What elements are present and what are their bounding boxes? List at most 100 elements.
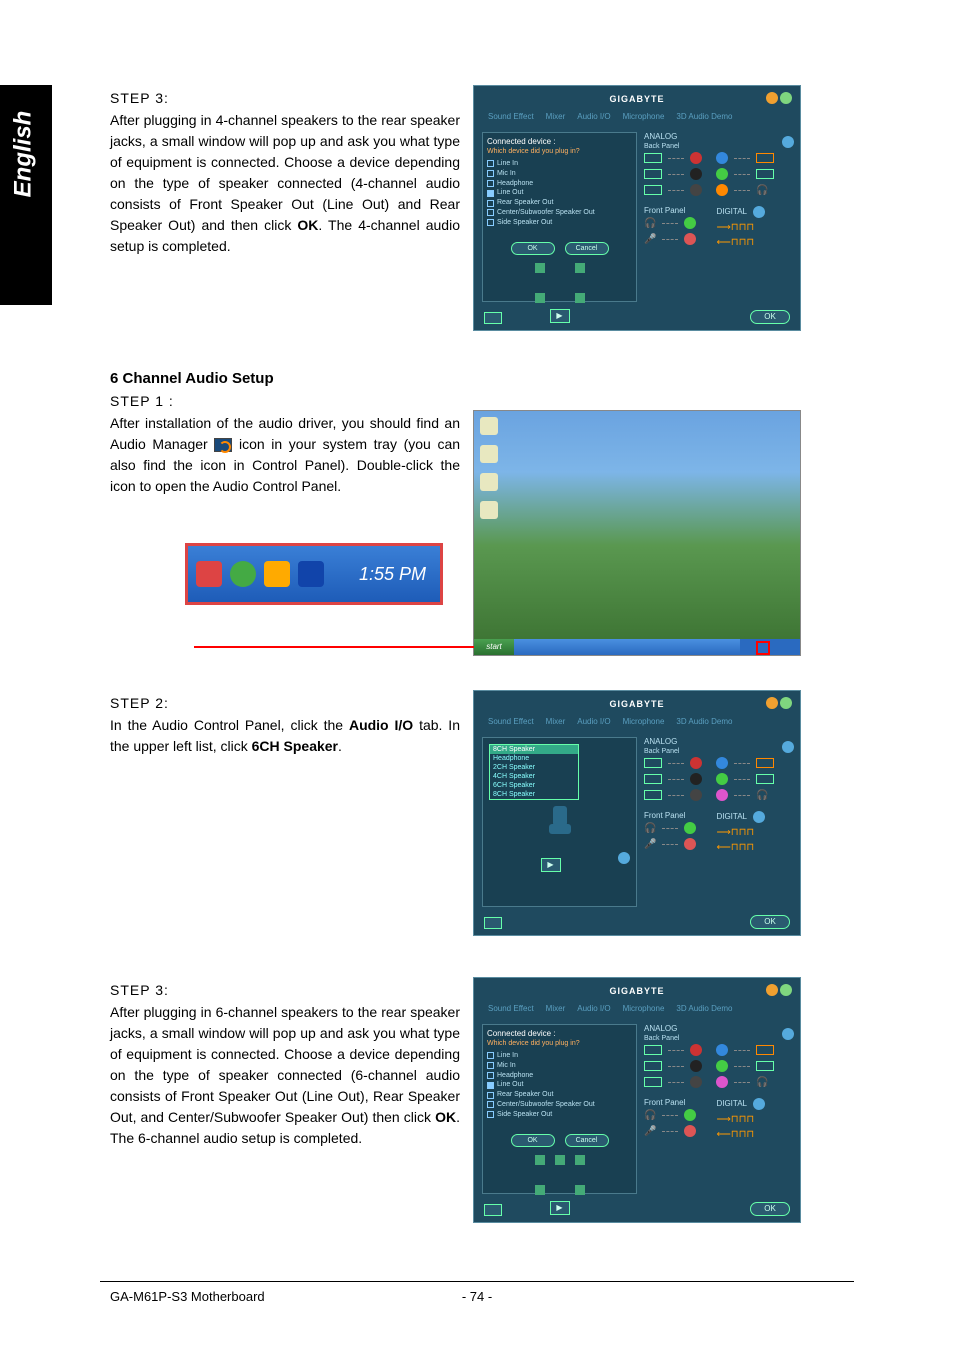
front-panel-label: Front Panel [644,811,696,820]
play-button[interactable]: ▶ [541,858,561,872]
panel-tabs: Sound Effect Mixer Audio I/O Microphone … [488,1004,732,1013]
speaker-config: 8CH Speaker Headphone 2CH Speaker 4CH Sp… [482,737,637,907]
device-list: Line In Mic In Headphone Line Out Rear S… [487,1051,632,1120]
tab-microphone[interactable]: Microphone [623,1004,665,1013]
play-button[interactable]: ▶ [550,309,570,323]
speaker-figure [535,1155,585,1195]
sound-test-icon[interactable] [484,312,502,324]
analog-digital-col: ANALOG Back Panel 🎧 Front Panel 🎧 🎤 DIGI… [644,132,794,302]
tray-icon[interactable] [264,561,290,587]
spdif-out-icon: ⟶⊓⊓⊓ [716,1114,765,1125]
analog-label: ANALOG [644,1024,679,1033]
info-icon[interactable] [782,1028,794,1040]
device-option[interactable]: Mic In [487,1061,632,1071]
step-text: After installation of the audio driver, … [110,413,460,497]
tab-audio-io[interactable]: Audio I/O [577,717,610,726]
minimize-icon[interactable] [766,984,778,996]
window-controls [766,697,792,709]
device-option[interactable]: Side Speaker Out [487,1110,632,1120]
digital-label: DIGITAL [716,207,747,216]
tab-sound-effect[interactable]: Sound Effect [488,1004,534,1013]
analog-digital-col: ANALOG Back Panel 🎧 Front Panel 🎧 🎤 DIGI… [644,737,794,907]
front-panel-label: Front Panel [644,1098,696,1107]
ok-button[interactable]: OK [511,242,555,255]
step-label: STEP 3: [110,90,460,106]
device-option[interactable]: Rear Speaker Out [487,1090,632,1100]
desktop-screenshot: start [473,410,801,656]
sound-test-icon[interactable] [484,1204,502,1216]
minimize-icon[interactable] [766,697,778,709]
cancel-button[interactable]: Cancel [565,1134,609,1147]
tab-mixer[interactable]: Mixer [546,112,566,121]
step-label: STEP 1 : [110,393,460,409]
device-option[interactable]: Side Speaker Out [487,218,632,228]
spdif-out-icon: ⟶⊓⊓⊓ [716,827,765,838]
device-dialog: Connected device : Which device did you … [482,1024,637,1194]
device-option[interactable]: Line In [487,1051,632,1061]
device-option[interactable]: Rear Speaker Out [487,198,632,208]
audio-panel-6ch: GIGABYTE Sound Effect Mixer Audio I/O Mi… [473,977,801,1223]
section-4ch-step3: STEP 3: After plugging in 4-channel spea… [110,90,460,257]
desktop-icon[interactable] [480,417,498,435]
info-icon[interactable] [782,136,794,148]
cancel-button[interactable]: Cancel [565,242,609,255]
audio-manager-tray-icon[interactable] [298,561,324,587]
device-option[interactable]: Line Out [487,1080,632,1090]
info-icon[interactable] [753,206,765,218]
tab-audio-io[interactable]: Audio I/O [577,112,610,121]
desktop-icon[interactable] [480,445,498,463]
tab-sound-effect[interactable]: Sound Effect [488,717,534,726]
panel-tabs: Sound Effect Mixer Audio I/O Microphone … [488,112,732,121]
panel-ok-button[interactable]: OK [750,310,790,324]
step-label: STEP 2: [110,695,460,711]
info-icon[interactable] [782,741,794,753]
spdif-in-icon: ⟵⊓⊓⊓ [716,1129,765,1140]
tray-area [740,639,800,655]
device-option[interactable]: Line Out [487,188,632,198]
tab-3d-demo[interactable]: 3D Audio Demo [676,112,732,121]
minimize-icon[interactable] [766,92,778,104]
close-icon[interactable] [780,697,792,709]
device-option[interactable]: Line In [487,159,632,169]
info-icon[interactable] [618,852,630,864]
close-icon[interactable] [780,984,792,996]
panel-ok-button[interactable]: OK [750,915,790,929]
window-controls [766,92,792,104]
device-option[interactable]: Headphone [487,1071,632,1081]
panel-ok-button[interactable]: OK [750,1202,790,1216]
tab-mixer[interactable]: Mixer [546,1004,566,1013]
ok-button[interactable]: OK [511,1134,555,1147]
device-option[interactable]: Mic In [487,169,632,179]
play-button[interactable]: ▶ [550,1201,570,1215]
dialog-title: Connected device : [487,137,632,146]
audio-panel-4ch: GIGABYTE Sound Effect Mixer Audio I/O Mi… [473,85,801,331]
tab-microphone[interactable]: Microphone [623,112,665,121]
step-label: STEP 3: [110,982,460,998]
info-icon[interactable] [753,1098,765,1110]
info-icon[interactable] [753,811,765,823]
tab-sound-effect[interactable]: Sound Effect [488,112,534,121]
device-option[interactable]: Center/Subwoofer Speaker Out [487,208,632,218]
start-button[interactable]: start [474,639,514,655]
tray-icon[interactable] [230,561,256,587]
spdif-in-icon: ⟵⊓⊓⊓ [716,842,765,853]
clock: 1:55 PM [359,564,432,585]
tab-microphone[interactable]: Microphone [623,717,665,726]
desktop-icon[interactable] [480,501,498,519]
language-label: English [9,111,37,198]
tab-3d-demo[interactable]: 3D Audio Demo [676,1004,732,1013]
tray-icon[interactable] [196,561,222,587]
tab-audio-io[interactable]: Audio I/O [577,1004,610,1013]
section-6ch: 6 Channel Audio Setup STEP 1 : After ins… [110,370,460,497]
tab-3d-demo[interactable]: 3D Audio Demo [676,717,732,726]
tab-mixer[interactable]: Mixer [546,717,566,726]
sound-test-icon[interactable] [484,917,502,929]
section-6ch-step3: STEP 3: After plugging in 6-channel spea… [110,982,460,1149]
speaker-dropdown[interactable]: 8CH Speaker Headphone 2CH Speaker 4CH Sp… [489,744,579,800]
brand-logo: GIGABYTE [474,699,800,709]
brand-logo: GIGABYTE [474,94,800,104]
desktop-icon[interactable] [480,473,498,491]
device-option[interactable]: Center/Subwoofer Speaker Out [487,1100,632,1110]
device-option[interactable]: Headphone [487,179,632,189]
close-icon[interactable] [780,92,792,104]
